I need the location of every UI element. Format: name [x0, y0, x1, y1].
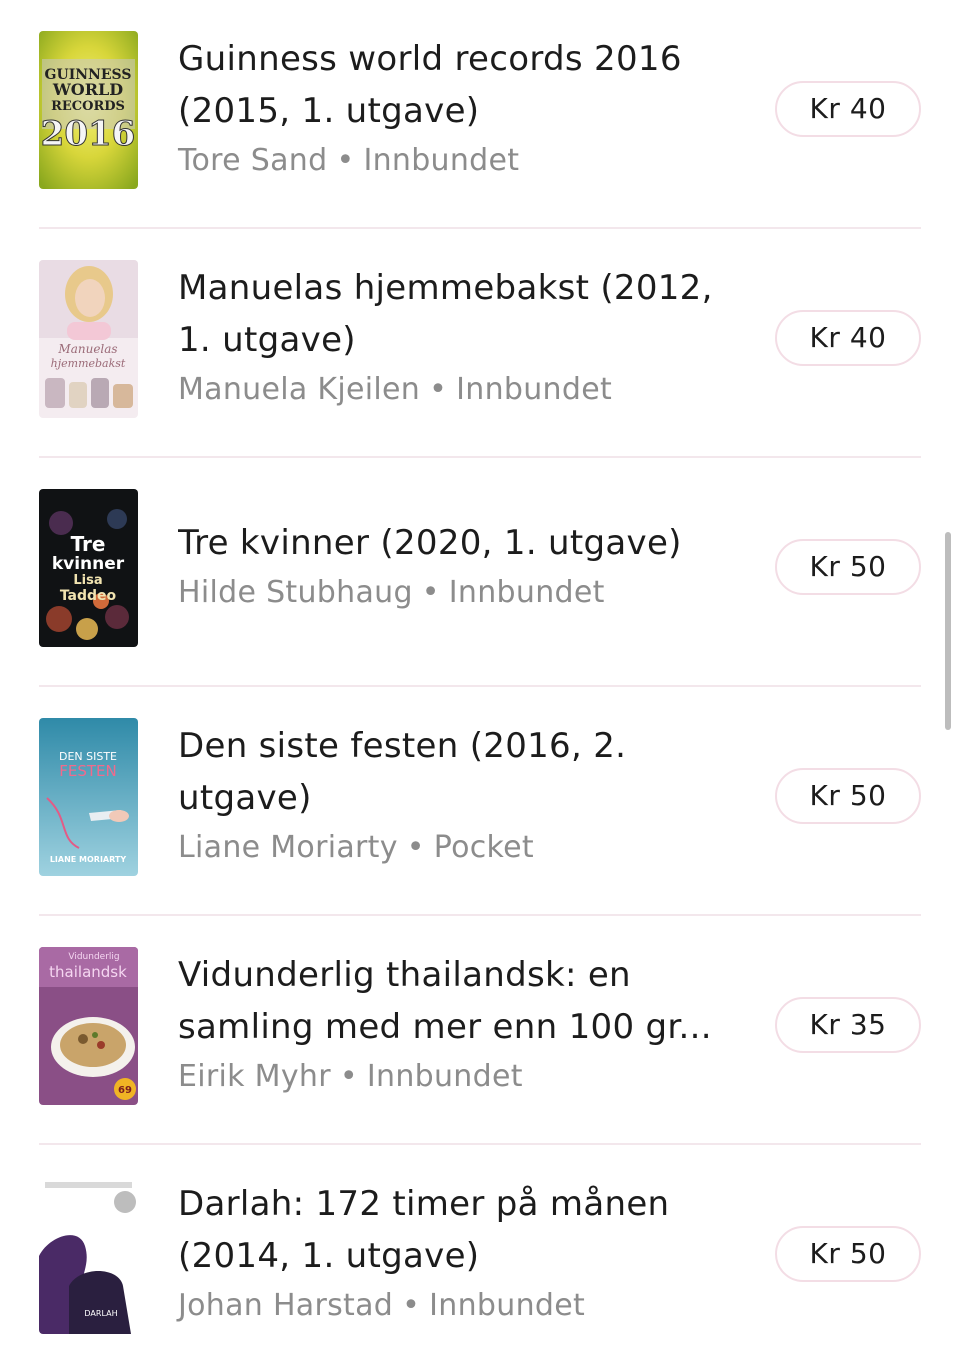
cover-text: LIANE MORIARTY	[50, 855, 127, 864]
book-format: Innbundet	[366, 1059, 523, 1094]
list-item[interactable]: Tre kvinner Lisa Taddeo Tre kvinner (202…	[39, 458, 921, 687]
bullet-icon: •	[421, 575, 440, 610]
book-title[interactable]: Manuelas hjemmebakst (2012, 1. utgave)	[178, 262, 738, 366]
baking-cover-icon[interactable]: Manuelas hjemmebakst	[39, 260, 138, 418]
cover-text: DARLAH	[84, 1309, 117, 1318]
price-button[interactable]: Kr 50	[775, 539, 921, 595]
cover-text: RECORDS	[51, 99, 125, 114]
list-item[interactable]: DARLAH Darlah: 172 timer på månen (2014,…	[39, 1145, 921, 1363]
book-author: Johan Harstad	[178, 1288, 394, 1323]
book-author: Eirik Myhr	[178, 1059, 331, 1094]
book-format: Innbundet	[448, 575, 605, 610]
list-item[interactable]: Vidunderlig thailandsk 69 Vidunderlig th…	[39, 916, 921, 1145]
cover-text: 2016	[41, 114, 136, 154]
book-format: Innbundet	[429, 1288, 586, 1323]
cover-text: Lisa	[73, 573, 102, 588]
price-button[interactable]: Kr 50	[775, 768, 921, 824]
book-title[interactable]: Vidunderlig thailandsk: en samling med m…	[178, 949, 738, 1053]
book-author: Manuela Kjeilen	[178, 372, 421, 407]
book-author: Tore Sand	[178, 143, 328, 178]
scrollbar[interactable]	[945, 532, 951, 730]
book-meta: Hilde Stubhaug • Innbundet	[178, 573, 738, 613]
bullet-icon: •	[429, 372, 448, 407]
bullet-icon: •	[406, 830, 425, 865]
book-format: Innbundet	[456, 372, 613, 407]
thai-cookbook-cover-icon[interactable]: Vidunderlig thailandsk 69	[39, 947, 138, 1105]
book-author: Liane Moriarty	[178, 830, 398, 865]
cover-text: hjemmebakst	[51, 357, 126, 370]
bullet-icon: •	[339, 1059, 358, 1094]
bullet-icon: •	[336, 143, 355, 178]
cover-text: thailandsk	[49, 963, 127, 981]
list-item[interactable]: GUINNESS WORLD RECORDS 2016 Guinness wor…	[39, 0, 921, 229]
price-button[interactable]: Kr 35	[775, 997, 921, 1053]
book-title[interactable]: Guinness world records 2016 (2015, 1. ut…	[178, 33, 738, 137]
cover-text: 69	[118, 1085, 132, 1096]
tre-kvinner-cover-icon[interactable]: Tre kvinner Lisa Taddeo	[39, 489, 138, 647]
cover-text: WORLD	[52, 80, 123, 99]
book-meta: Eirik Myhr • Innbundet	[178, 1057, 738, 1097]
book-format: Innbundet	[363, 143, 520, 178]
book-format: Pocket	[433, 830, 534, 865]
siste-festen-cover-icon[interactable]: DEN SISTE FESTEN LIANE MORIARTY	[39, 718, 138, 876]
book-meta: Tore Sand • Innbundet	[178, 141, 738, 181]
book-meta: Johan Harstad • Innbundet	[178, 1286, 738, 1326]
list-item[interactable]: Manuelas hjemmebakst Manuelas hjemmebaks…	[39, 229, 921, 458]
book-meta: Manuela Kjeilen • Innbundet	[178, 370, 738, 410]
cover-text: Tre	[71, 532, 106, 556]
bullet-icon: •	[402, 1288, 421, 1323]
cover-text: kvinner	[52, 554, 125, 574]
book-title[interactable]: Den siste festen (2016, 2. utgave)	[178, 720, 738, 824]
cover-text: FESTEN	[59, 762, 117, 780]
book-title[interactable]: Darlah: 172 timer på månen (2014, 1. utg…	[178, 1178, 738, 1282]
price-button[interactable]: Kr 40	[775, 310, 921, 366]
book-author: Hilde Stubhaug	[178, 575, 413, 610]
book-meta: Liane Moriarty • Pocket	[178, 828, 738, 868]
book-title[interactable]: Tre kvinner (2020, 1. utgave)	[178, 517, 738, 569]
price-button[interactable]: Kr 40	[775, 81, 921, 137]
cover-text: Taddeo	[60, 588, 117, 604]
cover-text: Vidunderlig	[68, 952, 119, 962]
darlah-cover-icon[interactable]: DARLAH	[39, 1176, 138, 1334]
price-button[interactable]: Kr 50	[775, 1226, 921, 1282]
cover-text: Manuelas	[57, 342, 117, 356]
guinness-cover-icon[interactable]: GUINNESS WORLD RECORDS 2016	[39, 31, 138, 189]
list-item[interactable]: DEN SISTE FESTEN LIANE MORIARTY Den sist…	[39, 687, 921, 916]
